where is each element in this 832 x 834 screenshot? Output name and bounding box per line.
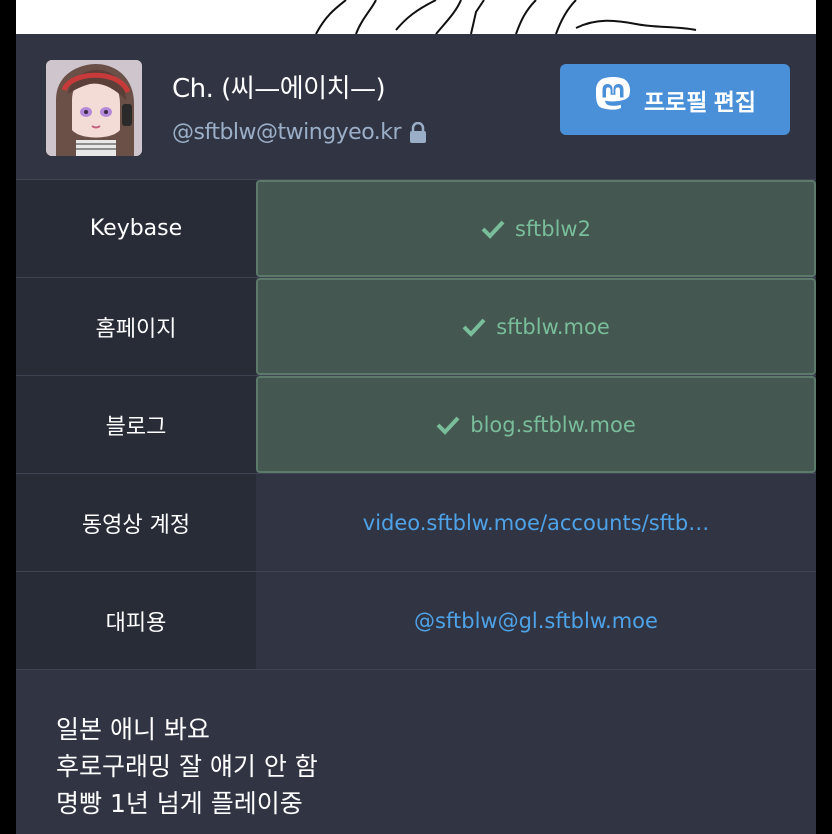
field-value[interactable]: blog.sftblw.moe xyxy=(256,376,816,473)
field-row-keybase: Keybase sftblw2 xyxy=(16,179,816,277)
check-icon xyxy=(462,317,486,337)
profile-bio: 일본 애니 봐요 후로구래밍 잘 얘기 안 함 명빵 1년 넘게 플레이중 xyxy=(56,711,318,822)
field-key: 동영상 계정 xyxy=(16,474,256,571)
check-icon xyxy=(436,415,460,435)
mastodon-icon xyxy=(594,76,632,123)
field-key: 블로그 xyxy=(16,376,256,473)
display-name: Ch. (씨—에이치—) xyxy=(172,74,386,104)
bio-line: 후로구래밍 잘 얘기 안 함 xyxy=(56,752,318,781)
profile-fields-table: Keybase sftblw2 홈페이지 sftblw.moe 블로그 blog… xyxy=(16,179,816,670)
account-handle-text: @sftblw@twingyeo.kr xyxy=(172,120,402,145)
lock-icon xyxy=(409,121,427,144)
field-value-text[interactable]: sftblw.moe xyxy=(496,315,610,339)
field-row-video: 동영상 계정 video.sftblw.moe/accounts/sftb… xyxy=(16,473,816,571)
account-handle: @sftblw@twingyeo.kr xyxy=(172,120,427,145)
field-value: video.sftblw.moe/accounts/sftb… xyxy=(256,474,816,571)
field-value-link[interactable]: @sftblw@gl.sftblw.moe xyxy=(414,609,658,633)
field-value-text[interactable]: sftblw2 xyxy=(515,217,591,241)
field-value-link[interactable]: video.sftblw.moe/accounts/sftb… xyxy=(363,511,709,535)
field-value-text[interactable]: blog.sftblw.moe xyxy=(470,413,636,437)
edit-profile-button[interactable]: 프로필 편집 xyxy=(560,64,790,135)
field-row-backup: 대피용 @sftblw@gl.sftblw.moe xyxy=(16,571,816,670)
edit-profile-label: 프로필 편집 xyxy=(643,88,757,115)
account-card: Ch. (씨—에이치—) @sftblw@twingyeo.kr 프로필 편집 … xyxy=(16,34,816,834)
field-value[interactable]: sftblw2 xyxy=(256,180,816,277)
check-icon xyxy=(481,219,505,239)
field-value: @sftblw@gl.sftblw.moe xyxy=(256,572,816,669)
header-image xyxy=(16,0,816,34)
field-row-blog: 블로그 blog.sftblw.moe xyxy=(16,375,816,473)
field-key: 대피용 xyxy=(16,572,256,669)
avatar[interactable] xyxy=(46,60,142,156)
bio-line: 일본 애니 봐요 xyxy=(56,715,210,744)
field-key: 홈페이지 xyxy=(16,278,256,375)
field-value[interactable]: sftblw.moe xyxy=(256,278,816,375)
field-key: Keybase xyxy=(16,180,256,277)
bio-line: 명빵 1년 넘게 플레이중 xyxy=(56,789,303,818)
field-row-homepage: 홈페이지 sftblw.moe xyxy=(16,277,816,375)
